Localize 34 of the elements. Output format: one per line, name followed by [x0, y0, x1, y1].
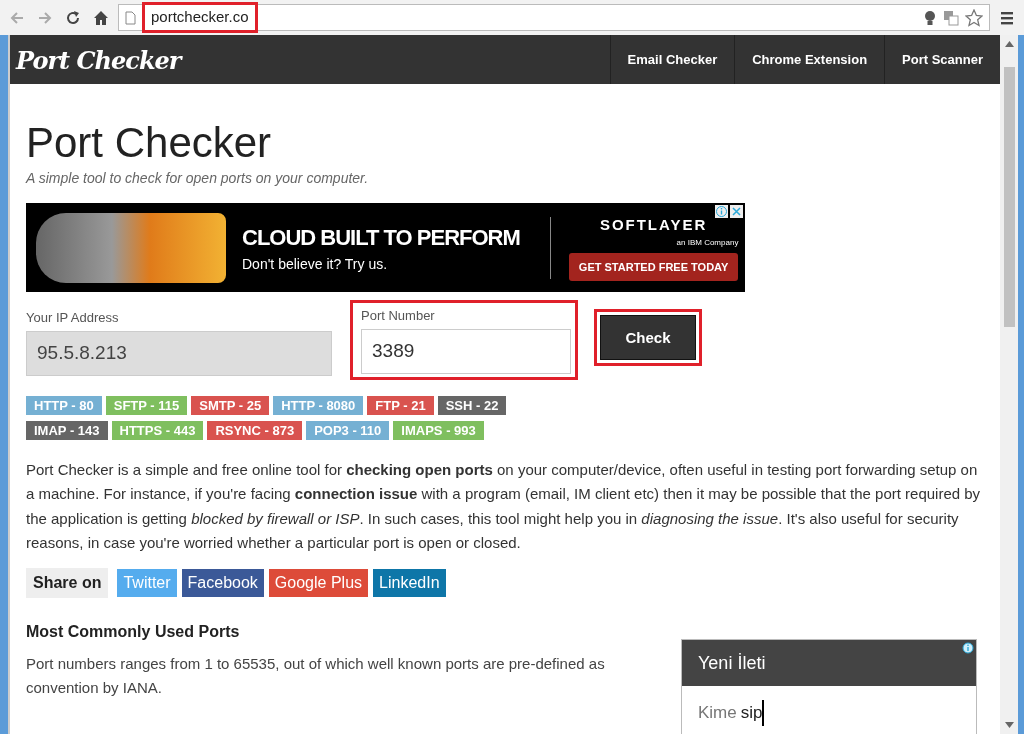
url-text[interactable]: portchecker.co [142, 2, 258, 33]
ad-brand-subtitle: an IBM Company [675, 236, 739, 249]
page-title: Port Checker [26, 118, 273, 168]
port-tag[interactable]: SSH - 22 [437, 395, 507, 415]
section-heading: Most Commonly Used Ports [26, 621, 241, 642]
ad-tagline: Don't believe it? Try us. [242, 254, 389, 274]
port-tag[interactable]: IMAP - 143 [26, 420, 108, 440]
ad-headline: CLOUD BUILT TO PERFORM [242, 223, 520, 252]
ad-brand: SOFTLAYER [599, 215, 708, 236]
port-tag[interactable]: SMTP - 25 [191, 395, 270, 415]
chat-title: Yeni İleti [698, 653, 766, 673]
check-button[interactable]: Check [600, 315, 696, 361]
chat-widget[interactable]: Yeni İleti Kime sip [681, 639, 977, 734]
ad-cta-button[interactable]: GET STARTED FREE TODAY [568, 252, 739, 282]
description-paragraph: Port Checker is a simple and free online tool for checking open ports on your computer/device, often useful in testing port forwarding setup on a machine. For instance, if you're facing connection issue with a program (email, IM client etc) then it may be possible that the port required by the application is getting blocked by firewall or ISP. In such cases, this tool might help you in diagnosing the issue. It's also useful for security reasons, in case you're worried whether a particular port is open or closed. [26, 459, 982, 554]
port-number-field[interactable]: 3389 [361, 328, 571, 374]
site-logo[interactable]: Port Checker [10, 35, 187, 84]
address-bar[interactable]: portchecker.co [118, 4, 990, 31]
share-button[interactable]: Google Plus [268, 568, 369, 597]
ip-address-field[interactable]: 95.5.8.213 [26, 330, 332, 376]
share-button[interactable]: Facebook [181, 568, 264, 597]
port-label: Port Number [361, 307, 436, 326]
port-tag[interactable]: FTP - 21 [367, 395, 434, 415]
page-subtitle: A simple tool to check for open ports on your computer. [26, 169, 370, 189]
to-field-value[interactable]: sip [740, 700, 765, 726]
share-button[interactable]: LinkedIn [373, 568, 446, 597]
ip-label: Your IP Address [26, 309, 120, 328]
section-text: Port numbers ranges from 1 to 65535, out of which well known ports are pre-defined as convention by IANA. [26, 653, 606, 698]
to-label: Kime [698, 702, 737, 724]
nav-link[interactable]: Email Checker [609, 35, 735, 84]
ad-banner[interactable]: CLOUD BUILT TO PERFORM Don't believe it? Try us. SOFTLAYER an IBM Company GET STARTED FREE TODAY [26, 203, 745, 293]
port-tag[interactable]: RSYNC - 873 [207, 420, 303, 440]
share-label: Share on [26, 567, 109, 598]
nav-link[interactable]: Chrome Extension [734, 35, 885, 84]
